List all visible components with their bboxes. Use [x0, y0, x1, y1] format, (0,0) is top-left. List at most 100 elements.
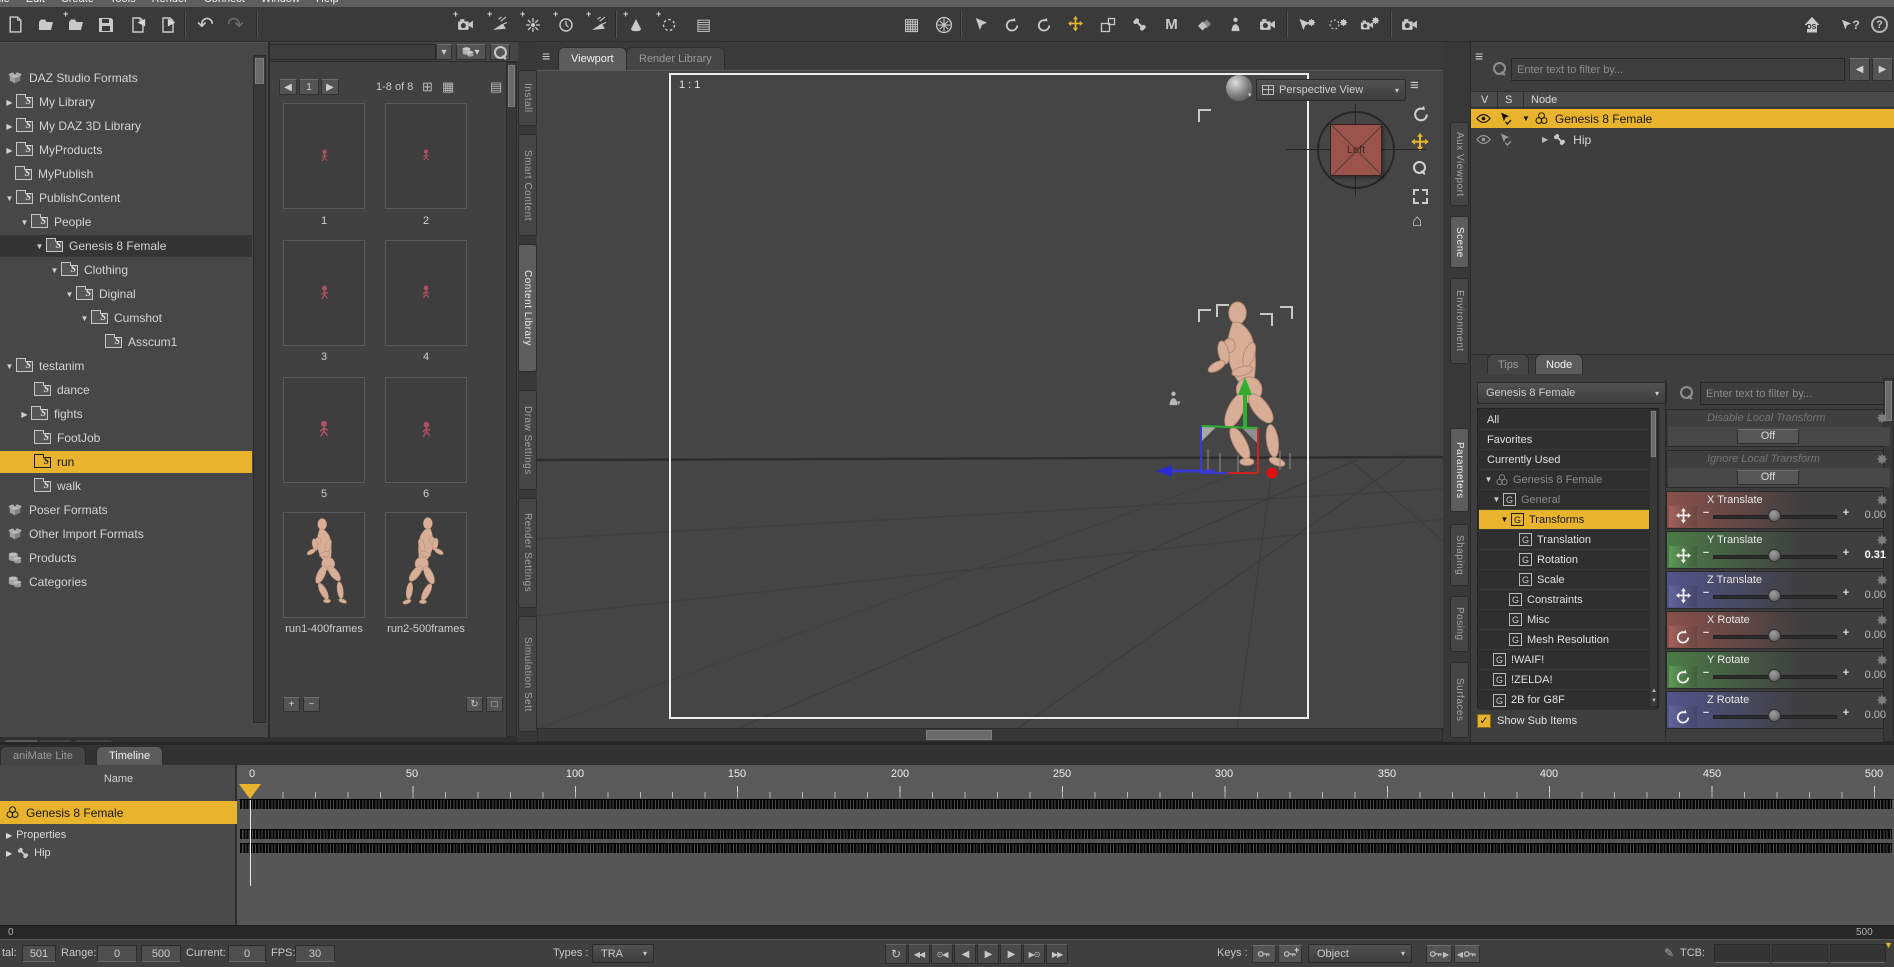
- render-button[interactable]: [1396, 11, 1423, 38]
- thumb-size-plus-icon[interactable]: ⊞: [422, 79, 433, 95]
- slider-handle[interactable]: [1768, 509, 1781, 522]
- scene-forward-button[interactable]: ▶: [1872, 58, 1893, 81]
- slider-handle[interactable]: [1768, 589, 1781, 602]
- new-camera-button[interactable]: +: [452, 9, 479, 38]
- surface-selection-tool[interactable]: [1190, 11, 1217, 38]
- daz-connect-button[interactable]: DS: [1798, 11, 1825, 38]
- tree-item-categories[interactable]: Categories: [0, 571, 252, 593]
- tree-scrollbar[interactable]: [253, 55, 266, 723]
- thumbnail-6[interactable]: [385, 377, 467, 483]
- content-db-button[interactable]: ▾: [456, 44, 486, 60]
- group-scale[interactable]: G Scale: [1479, 570, 1657, 590]
- undo-button[interactable]: ↶: [192, 11, 219, 38]
- thumbnail-run2[interactable]: [385, 512, 467, 618]
- group-currently-used[interactable]: Currently Used: [1479, 450, 1657, 470]
- thumb-sort-icon[interactable]: ▤: [490, 79, 502, 95]
- types-dropdown[interactable]: TRA ▾: [592, 944, 654, 963]
- scene-node-hip[interactable]: ▶ Hip: [1471, 130, 1894, 149]
- scene-filter-input[interactable]: [1511, 58, 1845, 81]
- nudge-minus-button[interactable]: −: [1700, 507, 1712, 519]
- rotate-select-tool[interactable]: [998, 11, 1025, 38]
- keyframes-summary-track[interactable]: [240, 799, 1892, 809]
- tree-item-my-daz-3d-library[interactable]: ▶ S My DAZ 3D Library: [0, 115, 252, 137]
- import-button[interactable]: ◀: [124, 11, 151, 38]
- tab-params-tips[interactable]: Tips: [1487, 354, 1530, 374]
- geometry-editor-tool[interactable]: M: [1158, 11, 1185, 38]
- keyframes-hip-track[interactable]: [240, 843, 1892, 853]
- figure-scale-widget-icon[interactable]: ▾: [1166, 391, 1181, 407]
- tree-item-footjob[interactable]: S FootJob: [0, 427, 252, 449]
- tree-item-asscum1[interactable]: S Asscum1: [0, 331, 252, 353]
- camera-view-select[interactable]: Perspective View ▾: [1256, 79, 1406, 101]
- slider-handle[interactable]: [1768, 629, 1781, 642]
- param-value[interactable]: 0.00: [1848, 629, 1886, 641]
- new-spotlight-button[interactable]: +: [486, 9, 513, 38]
- caret-icon[interactable]: ▼: [19, 218, 30, 227]
- tree-item-my-library[interactable]: ▶ S My Library: [0, 91, 252, 113]
- timeline-ruler[interactable]: 0 50 100 150 200 250 300 350 400 450 500: [237, 765, 1894, 800]
- caret-icon[interactable]: ▶: [6, 831, 12, 840]
- tab-shaping[interactable]: Shaping: [1450, 524, 1469, 586]
- tree-item-poser-formats[interactable]: Poser Formats: [0, 499, 252, 521]
- group-constraints[interactable]: G Constraints: [1479, 590, 1657, 610]
- caret-icon[interactable]: ▼: [1499, 515, 1510, 524]
- navcube-face[interactable]: Left: [1330, 124, 1383, 176]
- create-key-button[interactable]: [1252, 945, 1276, 963]
- slider-handle[interactable]: [1768, 669, 1781, 682]
- tab-render-settings[interactable]: Render Settings: [518, 498, 537, 608]
- new-linear-light-button[interactable]: +: [585, 9, 612, 38]
- gear-icon[interactable]: [1876, 694, 1888, 706]
- tree-item-clothing[interactable]: ▼ S Clothing: [0, 259, 252, 281]
- go-to-end-button[interactable]: ▶▶: [1046, 944, 1068, 964]
- timeline-tracks-area[interactable]: [237, 800, 1894, 925]
- render-options-button[interactable]: [1356, 11, 1383, 38]
- tab-smart-content[interactable]: Smart Content: [518, 134, 537, 236]
- group-genesis-8-female[interactable]: ▼ Genesis 8 Female: [1479, 470, 1657, 490]
- tcb-t-field[interactable]: [1714, 944, 1770, 963]
- caret-icon[interactable]: ▶: [6, 849, 12, 858]
- caret-icon[interactable]: ▶: [4, 146, 15, 155]
- node-selector-dropdown[interactable]: Genesis 8 Female ▾: [1477, 382, 1667, 404]
- menu-tools[interactable]: Tools: [110, 0, 136, 5]
- group-transforms-selected[interactable]: ▼ G Transforms: [1479, 510, 1657, 530]
- new-file-button[interactable]: [2, 11, 29, 38]
- scale-tool[interactable]: [1094, 11, 1121, 38]
- toggle-off-button[interactable]: Off: [1737, 429, 1799, 444]
- menu-render[interactable]: Render: [152, 0, 188, 5]
- gear-icon[interactable]: [1876, 453, 1888, 465]
- caret-icon[interactable]: ▼: [49, 266, 60, 275]
- param-filter-input[interactable]: [1700, 382, 1890, 405]
- tab-draw-settings[interactable]: Draw Settings: [518, 390, 537, 490]
- thumbnail-2[interactable]: [385, 103, 467, 209]
- tab-install[interactable]: Install: [518, 70, 537, 126]
- group-mesh-resolution[interactable]: G Mesh Resolution: [1479, 630, 1657, 650]
- group-translation[interactable]: G Translation: [1479, 530, 1657, 550]
- open-file-button[interactable]: [32, 11, 59, 38]
- menu-file[interactable]: File: [0, 0, 10, 5]
- tree-item-daz-studio-formats[interactable]: DAZ Studio Formats: [0, 67, 252, 89]
- tab-viewport[interactable]: Viewport: [558, 47, 627, 70]
- tool-settings-button[interactable]: [1292, 11, 1319, 38]
- previous-key-button[interactable]: ⊙◀: [931, 944, 953, 964]
- redo-button[interactable]: ↷: [222, 11, 249, 38]
- gear-icon[interactable]: [1876, 494, 1888, 506]
- tree-item-walk[interactable]: Swalk: [0, 475, 252, 497]
- render-settings-button[interactable]: [1324, 11, 1351, 38]
- nudge-minus-button[interactable]: −: [1700, 547, 1712, 559]
- param-value[interactable]: 0.00: [1848, 709, 1886, 721]
- tree-item-people[interactable]: ▼ S People: [0, 211, 252, 233]
- tree-item-run-selected[interactable]: Srun: [0, 451, 252, 473]
- export-button[interactable]: ▶: [154, 11, 181, 38]
- tree-item-products[interactable]: Products: [0, 547, 252, 569]
- tab-scene[interactable]: Scene: [1450, 216, 1469, 268]
- loop-button[interactable]: ↻: [885, 944, 907, 964]
- go-to-start-button[interactable]: ◀◀: [908, 944, 930, 964]
- thumbnail-1[interactable]: [283, 103, 365, 209]
- tcb-c-field[interactable]: [1772, 944, 1828, 963]
- thumbnail-3[interactable]: [283, 240, 365, 346]
- current-frame-field[interactable]: 0: [228, 945, 266, 962]
- tree-item-fights[interactable]: ▶ Sfights: [0, 403, 252, 425]
- total-frames-field[interactable]: 501: [22, 945, 56, 962]
- thumbnail-run1[interactable]: [283, 512, 365, 618]
- fps-field[interactable]: 30: [295, 945, 335, 962]
